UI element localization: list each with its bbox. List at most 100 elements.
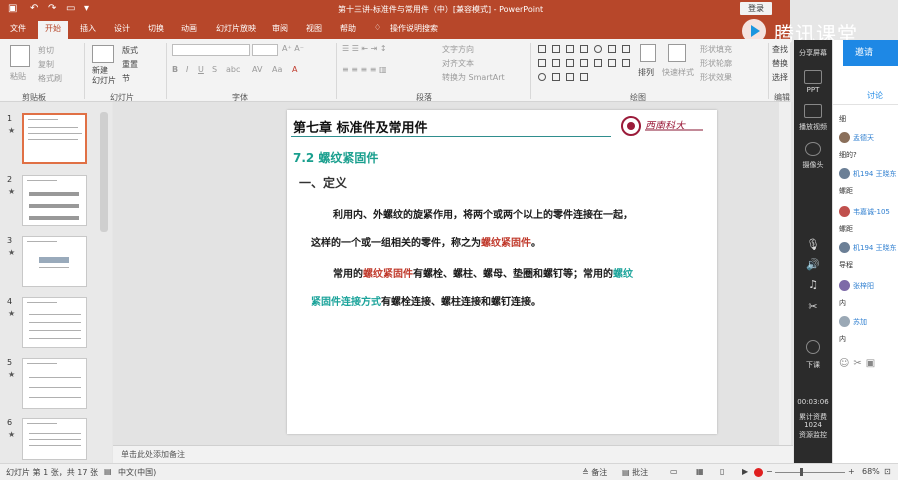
rect-shape-icon[interactable]	[622, 45, 630, 53]
paste-icon[interactable]	[10, 45, 30, 67]
slideshow-view-icon[interactable]: ▶	[742, 467, 748, 476]
section-button[interactable]: 节	[122, 73, 130, 84]
format-painter-button[interactable]: 格式刷	[38, 73, 62, 84]
curve-shape-icon[interactable]	[538, 73, 546, 81]
underline-icon[interactable]: U	[198, 65, 204, 74]
rect-shape-icon[interactable]	[566, 45, 574, 53]
shape-outline-button[interactable]: 形状轮廓	[700, 58, 732, 69]
tab-help[interactable]: 帮助	[340, 23, 356, 34]
customize-qa-icon[interactable]: ▾	[84, 3, 89, 14]
zoom-slider[interactable]	[775, 472, 845, 473]
reset-button[interactable]: 重置	[122, 59, 138, 70]
replace-button[interactable]: 替换	[772, 58, 788, 69]
text-direction-button[interactable]: 文字方向	[442, 44, 474, 55]
font-grow-icon[interactable]: A⁺ A⁻	[282, 44, 304, 53]
bracket-shape-icon[interactable]	[580, 73, 588, 81]
new-slide-icon[interactable]	[92, 45, 114, 63]
camera-icon[interactable]	[805, 142, 821, 156]
subsection-title[interactable]: 一、定义	[299, 174, 347, 191]
music-icon[interactable]: ♫	[794, 278, 832, 291]
settings-icon[interactable]: ✂	[794, 300, 832, 313]
brace-shape-icon[interactable]	[552, 73, 560, 81]
arrow-shape-icon[interactable]	[594, 59, 602, 67]
tab-discussion[interactable]: 讨论	[867, 90, 883, 101]
spellcheck-icon[interactable]: ▤	[104, 467, 112, 476]
shadow-icon[interactable]: S	[212, 65, 217, 74]
editor-scrollbar[interactable]	[779, 102, 791, 445]
invite-button[interactable]: 邀请	[843, 40, 898, 66]
bold-icon[interactable]: B	[172, 65, 178, 74]
thumbnail-scrollbar[interactable]	[100, 112, 108, 232]
tell-me-search[interactable]: 操作说明搜索	[390, 23, 438, 34]
font-color-icon[interactable]: A	[292, 65, 297, 74]
strike-icon[interactable]: abc	[226, 65, 240, 74]
chat-username[interactable]: 苏加	[853, 317, 867, 327]
language-indicator[interactable]: 中文(中国)	[118, 467, 156, 478]
arrow-shape-icon[interactable]	[622, 59, 630, 67]
ppt-label[interactable]: PPT	[794, 86, 832, 94]
slide-thumbnail-5[interactable]	[22, 358, 87, 409]
end-class-icon[interactable]	[806, 340, 820, 354]
notes-toggle[interactable]: ≜ 备注	[582, 467, 607, 478]
speaker-icon[interactable]: 🔊	[794, 258, 832, 271]
font-size-select[interactable]	[252, 44, 278, 56]
zoom-slider-thumb[interactable]	[800, 468, 803, 476]
slide-thumbnail-4[interactable]	[22, 297, 87, 348]
slide-thumbnail-2[interactable]	[22, 175, 87, 226]
rect-shape-icon[interactable]	[608, 45, 616, 53]
shape-effects-button[interactable]: 形状效果	[700, 72, 732, 83]
arrow-shape-icon[interactable]	[566, 59, 574, 67]
new-slide-button[interactable]: 新建 幻灯片	[92, 66, 116, 86]
quick-styles-button[interactable]: 快速样式	[662, 67, 694, 78]
tab-home[interactable]: 开始	[38, 21, 68, 39]
chat-username[interactable]: 机194 王晓东	[853, 169, 897, 179]
chat-username[interactable]: 孟德天	[853, 133, 874, 143]
save-icon[interactable]: ▣	[8, 3, 17, 14]
paragraph-1-line-1[interactable]: 利用内、外螺纹的旋紧作用，将两个或两个以上的零件连接在一起，	[333, 206, 633, 221]
share-screen-label[interactable]: 分享屏幕	[794, 48, 832, 58]
spacing-icon[interactable]: AV	[252, 65, 262, 74]
resource-monitor[interactable]: 资源监控	[794, 430, 832, 440]
arrow-shape-icon[interactable]	[538, 59, 546, 67]
paragraph-2-line-2[interactable]: 紧固件连接方式有螺栓连接、螺柱连接和螺钉连接。	[311, 293, 541, 308]
find-button[interactable]: 查找	[772, 44, 788, 55]
reading-view-icon[interactable]: ▯	[720, 467, 724, 476]
tab-design[interactable]: 设计	[114, 23, 130, 34]
arrow-shape-icon[interactable]	[608, 59, 616, 67]
slide-chapter-title[interactable]: 第七章 标准件及常用件	[293, 117, 428, 136]
slide-thumbnail-3[interactable]	[22, 236, 87, 287]
arrange-icon[interactable]	[640, 44, 656, 62]
shape-fill-button[interactable]: 形状填充	[700, 44, 732, 55]
bullets-icon[interactable]: ☰ ☰ ⇤ ⇥ ↕	[342, 44, 387, 53]
notes-pane[interactable]: 单击此处添加备注	[113, 445, 793, 463]
paste-button[interactable]: 粘贴	[10, 71, 26, 82]
arrow-shape-icon[interactable]	[580, 59, 588, 67]
slide-thumbnail-6[interactable]	[22, 418, 87, 460]
play-video-label[interactable]: 播放视频	[794, 122, 832, 132]
undo-icon[interactable]: ↶	[30, 3, 38, 14]
chat-username[interactable]: 张梓阳	[853, 281, 874, 291]
tab-review[interactable]: 审阅	[272, 23, 288, 34]
case-icon[interactable]: Aa	[272, 65, 282, 74]
chat-username[interactable]: 韦嘉诚-105	[853, 207, 890, 217]
rect-shape-icon[interactable]	[538, 45, 546, 53]
align-icons[interactable]: ≡ ≡ ≡ ≡ ▥	[342, 65, 387, 74]
notes-placeholder[interactable]: 单击此处添加备注	[121, 449, 185, 460]
quick-styles-icon[interactable]	[668, 44, 686, 62]
zoom-in-icon[interactable]: +	[848, 467, 855, 476]
ppt-icon[interactable]	[804, 70, 822, 84]
zoom-level[interactable]: 68%	[862, 467, 880, 476]
paragraph-2-line-1[interactable]: 常用的螺纹紧固件有螺栓、螺柱、螺母、垫圈和螺钉等；常用的螺纹	[333, 265, 633, 280]
rect-shape-icon[interactable]	[552, 45, 560, 53]
present-icon[interactable]: ▭	[66, 3, 75, 14]
italic-icon[interactable]: I	[186, 65, 188, 74]
tab-file[interactable]: 文件	[10, 23, 26, 34]
oval-shape-icon[interactable]	[594, 45, 602, 53]
sorter-view-icon[interactable]: ▦	[696, 467, 704, 476]
video-icon[interactable]	[804, 104, 822, 118]
arrange-button[interactable]: 排列	[638, 67, 654, 78]
copy-button[interactable]: 复制	[38, 59, 54, 70]
font-family-select[interactable]	[172, 44, 250, 56]
current-slide[interactable]: 第七章 标准件及常用件 西南科大 7.2 螺纹紧固件 一、定义 利用内、外螺纹的…	[287, 110, 717, 434]
tab-animations[interactable]: 动画	[181, 23, 197, 34]
